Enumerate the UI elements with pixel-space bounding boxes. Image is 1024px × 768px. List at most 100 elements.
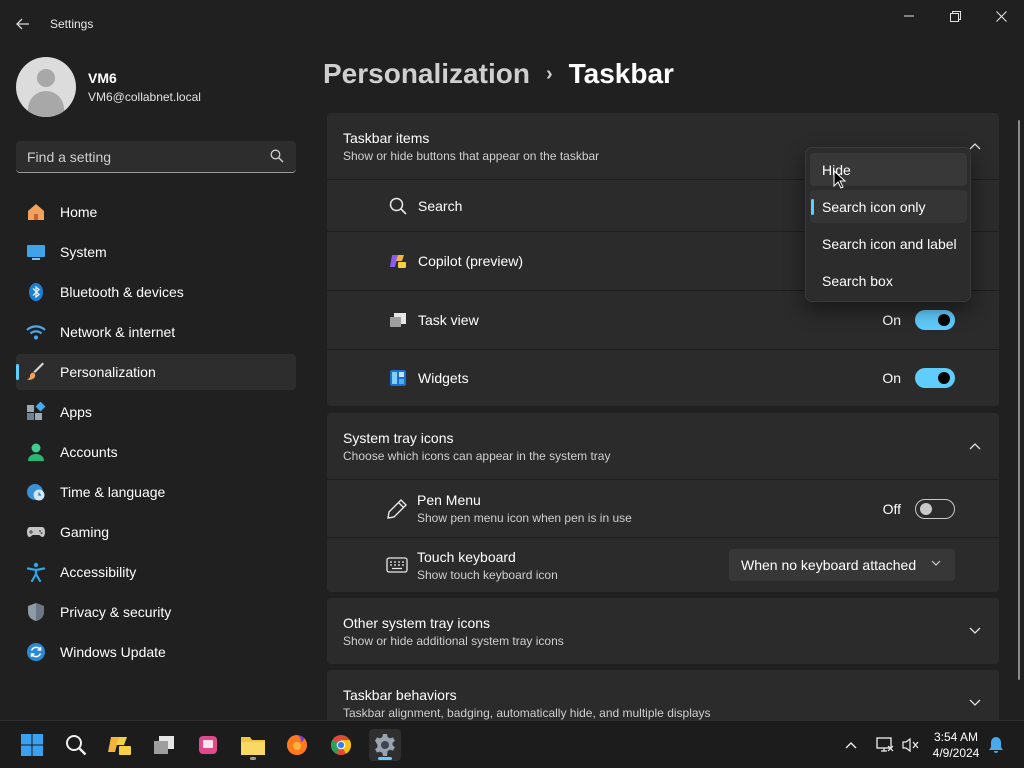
sidebar-item-label: Privacy & security [60, 604, 172, 620]
pen-menu-toggle[interactable] [915, 498, 955, 519]
file-explorer-button[interactable] [237, 729, 269, 761]
sidebar-item-system[interactable]: System [16, 234, 296, 270]
sidebar-item-label: Bluetooth & devices [60, 284, 184, 300]
app-taskbar-button[interactable] [192, 729, 224, 761]
breadcrumb-separator: › [545, 62, 553, 85]
back-button[interactable] [8, 10, 38, 38]
row-label: Copilot (preview) [418, 253, 524, 269]
row-label: Touch keyboard [417, 548, 516, 565]
person-icon [26, 442, 46, 462]
copilot-taskbar-button[interactable] [104, 729, 136, 761]
dropdown-option-search-icon-and-label[interactable]: Search icon and label [810, 227, 967, 260]
clock-date: 4/9/2024 [932, 746, 980, 760]
shield-icon [26, 602, 46, 622]
clock-time: 3:54 AM [933, 730, 979, 744]
sidebar-item-privacy[interactable]: Privacy & security [16, 594, 296, 630]
sidebar-item-label: Network & internet [60, 324, 176, 340]
widgets-icon [388, 368, 408, 388]
search-icon[interactable] [270, 149, 284, 163]
restore-icon [949, 10, 961, 22]
brush-icon [26, 362, 46, 382]
sidebar-item-bluetooth[interactable]: Bluetooth & devices [16, 274, 296, 310]
close-button[interactable] [978, 0, 1024, 32]
breadcrumb-parent[interactable]: Personalization [323, 58, 530, 90]
system-tray-section: System tray icons Choose which icons can… [327, 413, 999, 592]
sidebar-item-apps[interactable]: Apps [16, 394, 296, 430]
chevron-down-icon [931, 560, 941, 566]
chevron-up-icon[interactable] [969, 442, 981, 450]
app-title: Settings [50, 17, 94, 31]
arrow-left-icon [16, 18, 29, 30]
find-setting-box [16, 141, 296, 173]
sidebar-item-windows-update[interactable]: Windows Update [16, 634, 296, 670]
dropdown-option-search-box[interactable]: Search box [810, 264, 967, 297]
row-label: Search [418, 197, 463, 214]
chevron-down-icon[interactable] [969, 699, 981, 707]
home-icon [26, 202, 46, 222]
section-subtitle: Show or hide additional system tray icon… [343, 633, 564, 648]
other-tray-section[interactable]: Other system tray icons Show or hide add… [327, 598, 999, 664]
folder-icon [241, 737, 265, 755]
touch-keyboard-select[interactable]: When no keyboard attached [729, 549, 955, 581]
bluetooth-icon [26, 282, 46, 302]
firefox-button[interactable] [281, 729, 313, 761]
sidebar-item-network[interactable]: Network & internet [16, 314, 296, 350]
minimize-icon [904, 15, 914, 17]
row-description: Show pen menu icon when pen is in use [417, 511, 632, 525]
scrollbar[interactable] [1018, 120, 1020, 680]
widgets-toggle[interactable] [915, 368, 955, 388]
restore-button[interactable] [932, 0, 978, 32]
user-profile[interactable]: VM6 VM6@collabnet.local [16, 57, 201, 117]
minimize-button[interactable] [886, 0, 932, 32]
taskbar-search-button[interactable] [60, 729, 92, 761]
clock-globe-icon [26, 482, 46, 502]
firefox-icon [287, 735, 307, 755]
sidebar-item-label: Apps [60, 404, 92, 420]
task-view-button[interactable] [148, 729, 180, 761]
system-tray-header[interactable]: System tray icons Choose which icons can… [327, 413, 999, 479]
copilot-icon [388, 251, 408, 271]
network-tray-icon[interactable] [872, 737, 898, 753]
notification-button[interactable] [988, 721, 1004, 768]
search-icon [66, 735, 87, 756]
settings-taskbar-button[interactable] [369, 729, 401, 761]
sidebar-item-gaming[interactable]: Gaming [16, 514, 296, 550]
sidebar-item-home[interactable]: Home [16, 194, 296, 230]
toggle-state-text: Off [882, 500, 901, 517]
other-tray-header: Other system tray icons Show or hide add… [327, 598, 999, 664]
search-input[interactable] [27, 148, 267, 165]
update-icon [26, 642, 46, 662]
pen-menu-row: Pen Menu Show pen menu icon when pen is … [327, 479, 999, 537]
sidebar-item-label: System [60, 244, 107, 260]
app-icon [199, 736, 217, 754]
profile-email: VM6@collabnet.local [88, 90, 201, 104]
sidebar-item-time-language[interactable]: Time & language [16, 474, 296, 510]
chevron-up-icon[interactable] [969, 142, 981, 150]
row-description: Show touch keyboard icon [417, 567, 558, 582]
start-button[interactable] [16, 729, 48, 761]
sidebar-item-personalization[interactable]: Personalization [16, 354, 296, 390]
sidebar-item-label: Windows Update [60, 644, 166, 660]
taskbar-clock[interactable]: 3:54 AM 4/9/2024 [928, 729, 984, 761]
search-dropdown-menu: Hide Search icon only Search icon and la… [805, 147, 971, 302]
chevron-up-icon [845, 742, 857, 749]
gamepad-icon [26, 522, 46, 542]
section-title: System tray icons [343, 429, 454, 446]
title-bar: Settings [0, 0, 1024, 48]
chevron-down-icon[interactable] [969, 627, 981, 635]
volume-tray-icon[interactable] [898, 737, 924, 753]
sidebar-item-accounts[interactable]: Accounts [16, 434, 296, 470]
task-view-toggle[interactable] [915, 310, 955, 330]
show-hidden-icons-button[interactable] [838, 741, 864, 749]
row-label: Pen Menu [417, 492, 481, 508]
task-view-icon [388, 310, 408, 330]
wifi-icon [26, 322, 46, 342]
sidebar-item-label: Gaming [60, 524, 110, 540]
copilot-icon [108, 737, 131, 755]
sidebar-item-label: Personalization [60, 364, 156, 380]
taskbar-behaviors-section[interactable]: Taskbar behaviors Taskbar alignment, bad… [327, 670, 999, 720]
dropdown-option-search-icon-only[interactable]: Search icon only [810, 190, 967, 223]
chrome-button[interactable] [325, 729, 357, 761]
sidebar-item-accessibility[interactable]: Accessibility [16, 554, 296, 590]
sidebar-nav: Home System Bluetooth & devices Network … [16, 194, 296, 674]
